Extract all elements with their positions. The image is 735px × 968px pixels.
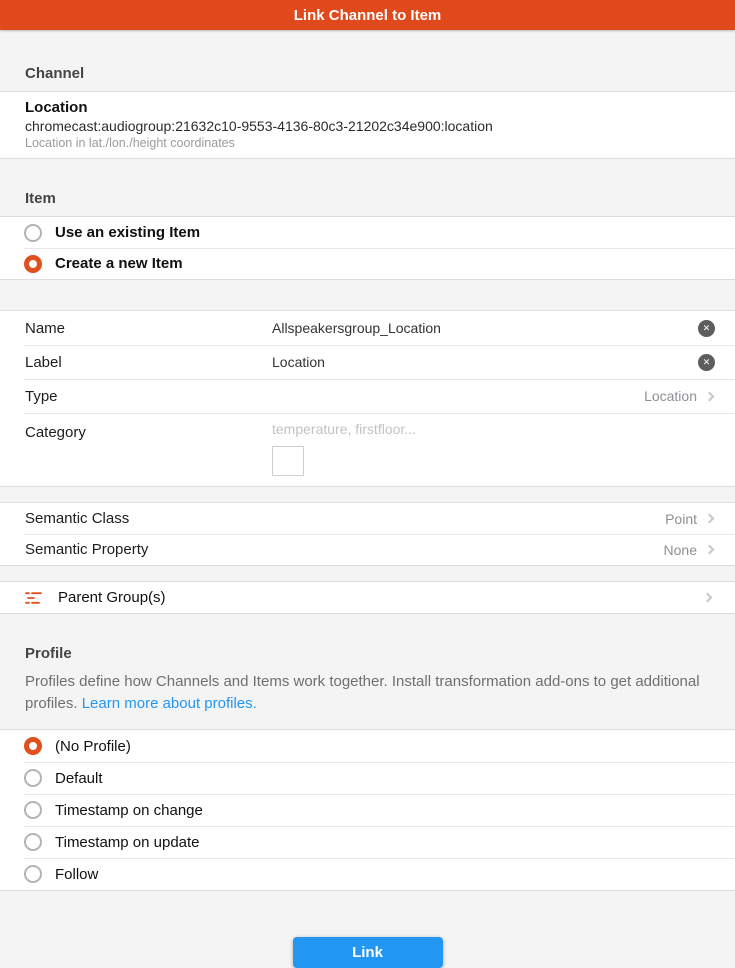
category-row: Category — [0, 413, 735, 486]
name-label: Name — [25, 320, 272, 337]
parent-groups-card: Parent Group(s) — [0, 581, 735, 614]
channel-name: Location — [25, 98, 710, 117]
radio-label: Use an existing Item — [55, 224, 200, 241]
radio-icon[interactable] — [24, 801, 42, 819]
clear-name-icon[interactable]: ✕ — [698, 320, 715, 337]
parent-groups-row[interactable]: Parent Group(s) — [0, 582, 735, 613]
radio-checked-icon[interactable] — [24, 255, 42, 273]
radio-timestamp-on-update[interactable]: Timestamp on update — [0, 826, 735, 858]
category-label: Category — [25, 421, 272, 476]
radio-create-new-item[interactable]: Create a new Item — [0, 248, 735, 279]
channel-card: Location chromecast:audiogroup:21632c10-… — [0, 91, 735, 159]
name-row: Name ✕ — [0, 311, 735, 345]
item-choice-card: Use an existing Item Create a new Item — [0, 216, 735, 280]
profile-list-card: (No Profile) Default Timestamp on change… — [0, 729, 735, 891]
semantic-property-value: None — [664, 542, 697, 558]
chevron-right-icon — [705, 514, 715, 524]
radio-label: Follow — [55, 866, 98, 883]
type-row[interactable]: Type Location — [0, 379, 735, 413]
radio-no-profile[interactable]: (No Profile) — [0, 730, 735, 762]
indented-list-icon — [25, 591, 43, 605]
name-input[interactable] — [272, 320, 690, 336]
parent-groups-open[interactable] — [695, 594, 713, 601]
radio-icon[interactable] — [24, 865, 42, 883]
label-row: Label ✕ — [0, 345, 735, 379]
semantics-card: Semantic Class Point Semantic Property N… — [0, 502, 735, 566]
radio-label: Timestamp on change — [55, 802, 203, 819]
radio-label: Default — [55, 770, 103, 787]
label-label: Label — [25, 354, 272, 371]
item-form-card: Name ✕ Label ✕ Type Location Category — [0, 310, 735, 487]
radio-checked-icon[interactable] — [24, 737, 42, 755]
learn-more-link[interactable]: Learn more about profiles. — [82, 695, 257, 712]
radio-icon[interactable] — [24, 833, 42, 851]
radio-label: (No Profile) — [55, 738, 131, 755]
channel-description: Location in lat./lon./height coordinates — [25, 135, 710, 151]
category-icon-preview — [272, 446, 304, 476]
semantic-class-row[interactable]: Semantic Class Point — [0, 503, 735, 534]
type-value-picker[interactable]: Location — [644, 388, 715, 404]
clear-label-icon[interactable]: ✕ — [698, 354, 715, 371]
item-section-title: Item — [25, 189, 710, 209]
link-button[interactable]: Link — [293, 937, 443, 968]
radio-use-existing-item[interactable]: Use an existing Item — [0, 217, 735, 248]
radio-timestamp-on-change[interactable]: Timestamp on change — [0, 794, 735, 826]
semantic-property-picker[interactable]: None — [664, 542, 715, 558]
radio-follow[interactable]: Follow — [0, 858, 735, 890]
radio-default-profile[interactable]: Default — [0, 762, 735, 794]
radio-label: Create a new Item — [55, 255, 183, 272]
profile-description: Profiles define how Channels and Items w… — [25, 671, 710, 715]
radio-label: Timestamp on update — [55, 834, 200, 851]
category-input[interactable] — [272, 421, 453, 437]
label-input[interactable] — [272, 354, 690, 370]
chevron-right-icon — [705, 391, 715, 401]
profile-section-title: Profile — [25, 644, 710, 664]
chevron-right-icon — [705, 545, 715, 555]
type-label: Type — [25, 388, 272, 405]
type-value: Location — [644, 388, 697, 404]
dialog-title: Link Channel to Item — [294, 7, 442, 24]
semantic-property-label: Semantic Property — [25, 541, 272, 558]
semantic-property-row[interactable]: Semantic Property None — [0, 534, 735, 565]
radio-icon[interactable] — [24, 769, 42, 787]
channel-uid: chromecast:audiogroup:21632c10-9553-4136… — [25, 117, 710, 135]
channel-section-title: Channel — [25, 64, 710, 84]
parent-groups-label: Parent Group(s) — [58, 589, 166, 606]
semantic-class-label: Semantic Class — [25, 510, 272, 527]
semantic-class-value: Point — [665, 511, 697, 527]
radio-icon[interactable] — [24, 224, 42, 242]
dialog-titlebar: Link Channel to Item — [0, 0, 735, 30]
semantic-class-picker[interactable]: Point — [665, 511, 715, 527]
chevron-right-icon — [703, 593, 713, 603]
